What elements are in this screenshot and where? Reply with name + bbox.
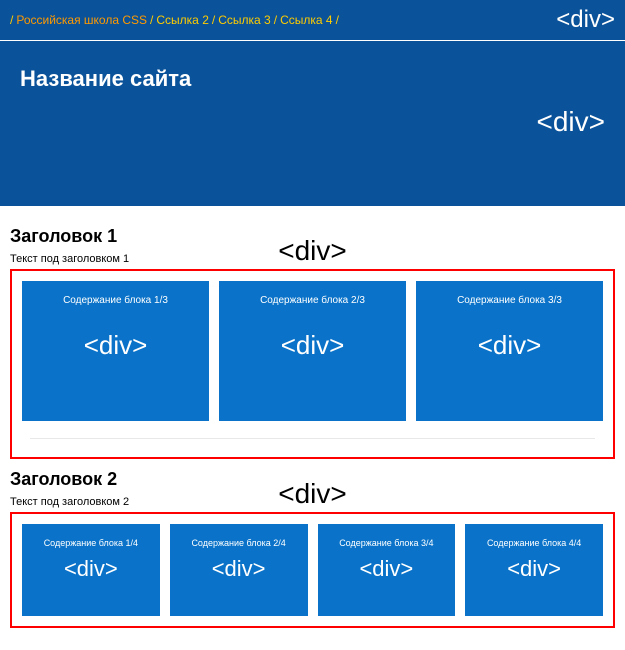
breadcrumb-link-3[interactable]: Ссылка 3 [218,13,271,27]
topbar-div-tag: <div> [556,6,615,34]
breadcrumb-sep: / [10,13,13,27]
block-label: Содержание блока 1/4 [44,538,138,548]
block-div-tag: <div> [64,556,118,582]
site-title: Название сайта [20,66,605,92]
block-div-tag: <div> [212,556,266,582]
block-div-tag: <div> [478,330,542,361]
content: Заголовок 1 Текст под заголовком 1 <div>… [0,206,625,628]
section2-wrap: <div> Содержание блока 1/4 <div> Содержа… [10,512,615,628]
block-4-4: Содержание блока 4/4 <div> [465,524,603,616]
header-div-tag: <div> [537,106,606,138]
block-3-3: Содержание блока 3/3 <div> [416,281,603,421]
section1-wrap: <div> Содержание блока 1/3 <div> Содержа… [10,269,615,459]
header: Название сайта <div> [0,41,625,206]
block-div-tag: <div> [281,330,345,361]
breadcrumb-sep: / [274,13,277,27]
block-1-3: Содержание блока 1/3 <div> [22,281,209,421]
block-label: Содержание блока 2/3 [260,295,365,306]
section2-container: Содержание блока 1/4 <div> Содержание бл… [10,512,615,628]
block-label: Содержание блока 3/4 [339,538,433,548]
section2-div-tag: <div> [278,478,347,510]
section1-container: Содержание блока 1/3 <div> Содержание бл… [10,269,615,459]
breadcrumb-sep: / [336,13,339,27]
top-bar: / Российская школа CSS / Ссылка 2 / Ссыл… [0,0,625,41]
block-2-4: Содержание блока 2/4 <div> [170,524,308,616]
breadcrumb-sep: / [150,13,153,27]
block-label: Содержание блока 4/4 [487,538,581,548]
spacer [0,628,625,638]
block-2-3: Содержание блока 2/3 <div> [219,281,406,421]
block-div-tag: <div> [507,556,561,582]
block-label: Содержание блока 2/4 [191,538,285,548]
block-3-4: Содержание блока 3/4 <div> [318,524,456,616]
section1-div-tag: <div> [278,235,347,267]
breadcrumb-sep: / [212,13,215,27]
breadcrumb-link-2[interactable]: Ссылка 2 [156,13,209,27]
breadcrumbs: / Российская школа CSS / Ссылка 2 / Ссыл… [10,13,339,27]
block-div-tag: <div> [84,330,148,361]
block-div-tag: <div> [359,556,413,582]
block-label: Содержание блока 1/3 [63,295,168,306]
block-1-4: Содержание блока 1/4 <div> [22,524,160,616]
breadcrumb-link-1[interactable]: Российская школа CSS [16,13,147,27]
block-label: Содержание блока 3/3 [457,295,562,306]
breadcrumb-link-4[interactable]: Ссылка 4 [280,13,333,27]
